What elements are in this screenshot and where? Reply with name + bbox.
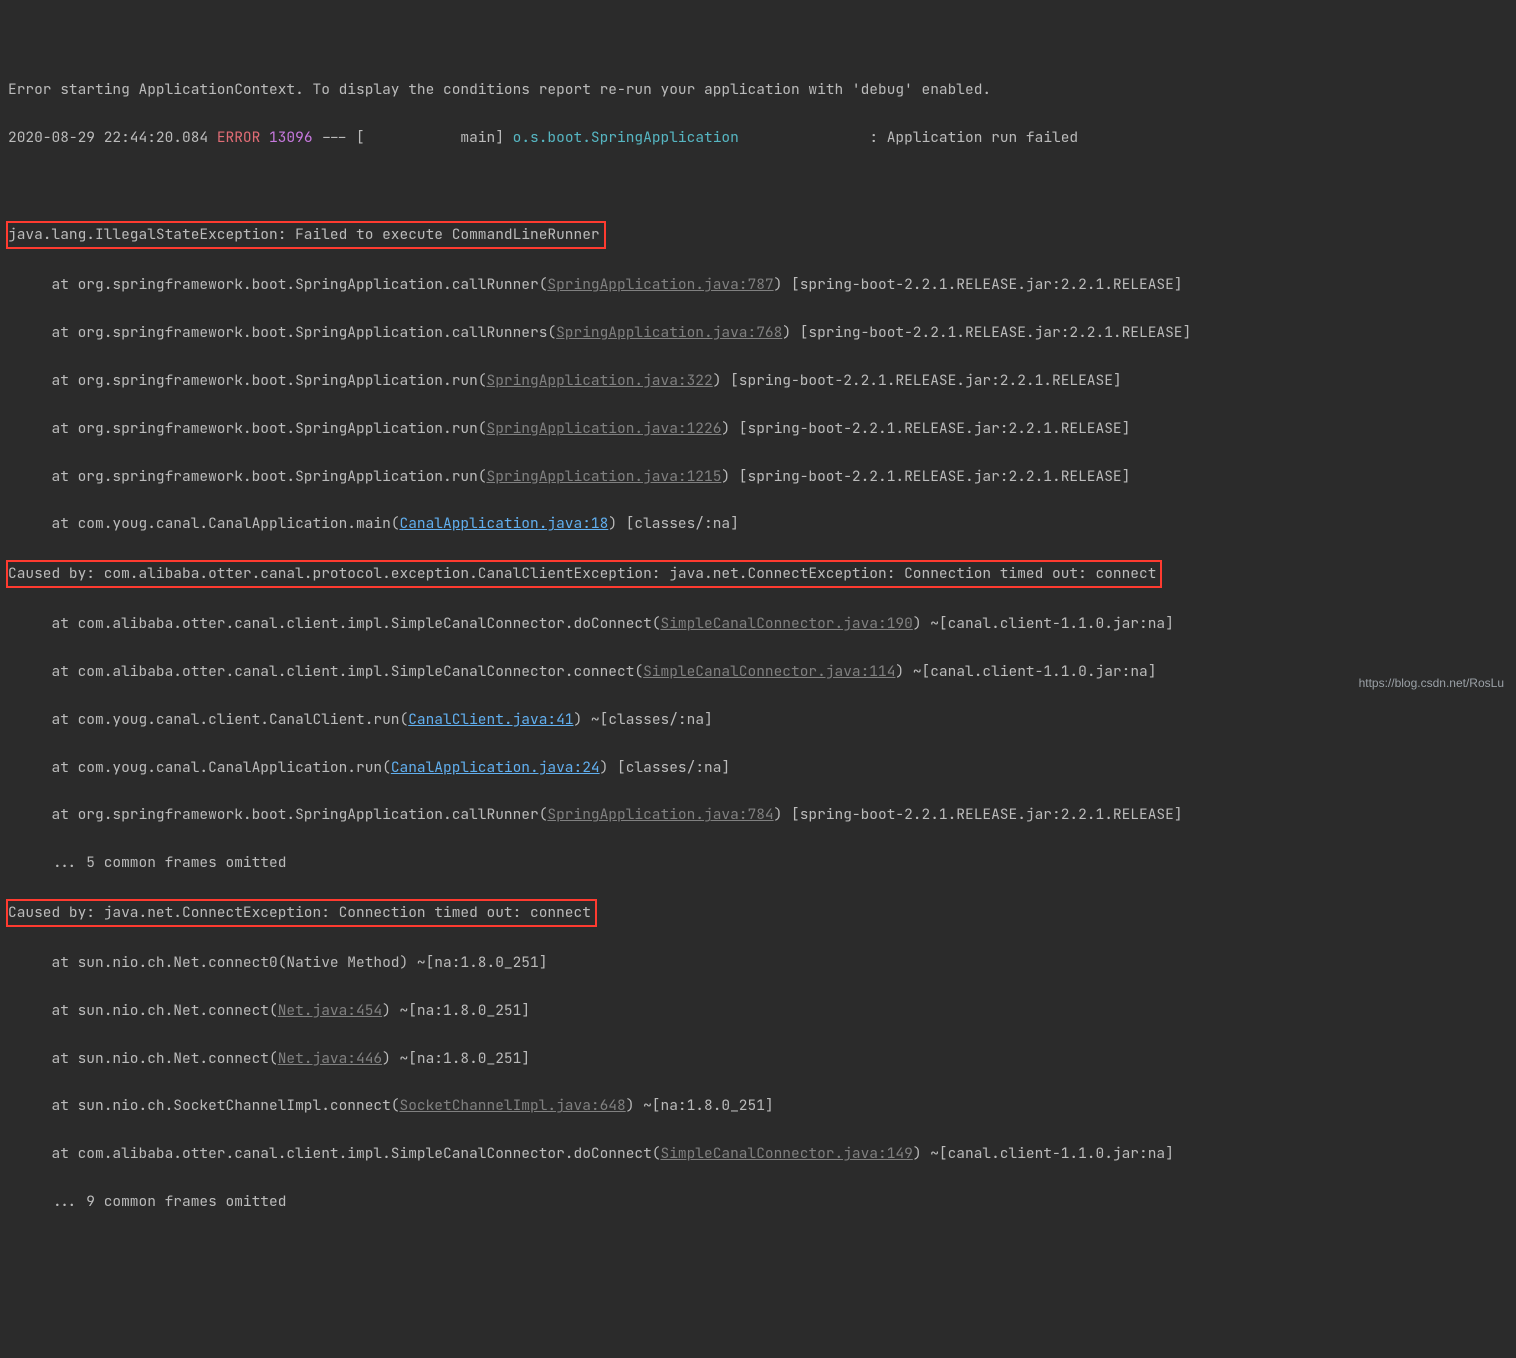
frame-text: at org.springframework.boot.SpringApplic… bbox=[8, 275, 547, 294]
log-message: : Application run failed bbox=[869, 128, 1078, 147]
frame-tail: ) ~[canal.client-1.1.0.jar:na] bbox=[913, 614, 1174, 633]
frame-text: at org.springframework.boot.SpringApplic… bbox=[8, 805, 547, 824]
source-link[interactable]: CanalApplication.java:24 bbox=[391, 758, 600, 777]
frame-tail: ) [spring-boot-2.2.1.RELEASE.jar:2.2.1.R… bbox=[721, 467, 1130, 486]
logger-name: o.s.boot.SpringApplication bbox=[513, 128, 739, 147]
frame-tail: ) ~[na:1.8.0_251] bbox=[382, 1049, 530, 1068]
frame-tail: ) ~[na:1.8.0_251] bbox=[382, 1001, 530, 1020]
frame-text: at org.springframework.boot.SpringApplic… bbox=[8, 371, 487, 390]
stack-frame: at org.springframework.boot.SpringApplic… bbox=[8, 803, 1516, 827]
frames-omitted: ... 9 common frames omitted bbox=[8, 1190, 1516, 1214]
stack-frame: at org.springframework.boot.SpringApplic… bbox=[8, 273, 1516, 297]
frame-tail: ) [spring-boot-2.2.1.RELEASE.jar:2.2.1.R… bbox=[713, 371, 1122, 390]
stack-frame: at com.youg.canal.CanalApplication.main(… bbox=[8, 512, 1516, 536]
stack-frame: at sun.nio.ch.SocketChannelImpl.connect(… bbox=[8, 1094, 1516, 1118]
source-link[interactable]: SpringApplication.java:1226 bbox=[487, 419, 722, 438]
frame-tail: ) ~[canal.client-1.1.0.jar:na] bbox=[895, 662, 1156, 681]
frame-text: at sun.nio.ch.Net.connect( bbox=[8, 1049, 278, 1068]
stack-frame: at sun.nio.ch.Net.connect(Net.java:446) … bbox=[8, 1047, 1516, 1071]
frame-text: at com.alibaba.otter.canal.client.impl.S… bbox=[8, 614, 661, 633]
pad bbox=[739, 128, 870, 147]
source-link[interactable]: SpringApplication.java:768 bbox=[556, 323, 782, 342]
source-link[interactable]: Net.java:446 bbox=[278, 1049, 382, 1068]
timestamp: 2020-08-29 22:44:20.084 bbox=[8, 128, 208, 147]
frame-text: at com.alibaba.otter.canal.client.impl.S… bbox=[8, 1144, 661, 1163]
frame-text: at sun.nio.ch.SocketChannelImpl.connect( bbox=[8, 1096, 400, 1115]
frame-tail: ) [classes/:na] bbox=[608, 514, 739, 533]
blank-line bbox=[8, 173, 1516, 197]
caused-by: Caused by: com.alibaba.otter.canal.proto… bbox=[8, 560, 1516, 588]
stack-frame: at org.springframework.boot.SpringApplic… bbox=[8, 417, 1516, 441]
highlight-box: java.lang.IllegalStateException: Failed … bbox=[6, 221, 606, 249]
frame-text: at sun.nio.ch.Net.connect( bbox=[8, 1001, 278, 1020]
stack-frame: at sun.nio.ch.Net.connect0(Native Method… bbox=[8, 951, 1516, 975]
stack-frame: at com.alibaba.otter.canal.client.impl.S… bbox=[8, 1142, 1516, 1166]
stack-frame: at org.springframework.boot.SpringApplic… bbox=[8, 465, 1516, 489]
source-link[interactable]: SpringApplication.java:784 bbox=[547, 805, 773, 824]
source-link[interactable]: SimpleCanalConnector.java:149 bbox=[661, 1144, 913, 1163]
stack-frame: at org.springframework.boot.SpringApplic… bbox=[8, 369, 1516, 393]
pid: 13096 bbox=[269, 128, 313, 147]
frame-text: at org.springframework.boot.SpringApplic… bbox=[8, 419, 487, 438]
frame-text: at org.springframework.boot.SpringApplic… bbox=[8, 467, 487, 486]
exception-title: java.lang.IllegalStateException: Failed … bbox=[8, 221, 1516, 249]
frame-tail: ) [spring-boot-2.2.1.RELEASE.jar:2.2.1.R… bbox=[721, 419, 1130, 438]
log-line: Error starting ApplicationContext. To di… bbox=[8, 78, 1516, 102]
frame-tail: ) [spring-boot-2.2.1.RELEASE.jar:2.2.1.R… bbox=[782, 323, 1191, 342]
source-link[interactable]: SimpleCanalConnector.java:114 bbox=[643, 662, 895, 681]
log-line: 2020-08-29 22:44:20.084 ERROR 13096 --- … bbox=[8, 126, 1516, 150]
caused-by: Caused by: java.net.ConnectException: Co… bbox=[8, 899, 1516, 927]
stack-frame: at com.youg.canal.client.CanalClient.run… bbox=[8, 708, 1516, 732]
highlight-box: Caused by: java.net.ConnectException: Co… bbox=[6, 899, 597, 927]
frame-tail: ) ~[classes/:na] bbox=[574, 710, 713, 729]
frame-text: at com.youg.canal.client.CanalClient.run… bbox=[8, 710, 408, 729]
frames-omitted: ... 5 common frames omitted bbox=[8, 851, 1516, 875]
watermark: https://blog.csdn.net/RosLu bbox=[1359, 674, 1504, 694]
highlight-box: Caused by: com.alibaba.otter.canal.proto… bbox=[6, 560, 1162, 588]
frame-tail: ) [classes/:na] bbox=[600, 758, 731, 777]
stack-frame: at sun.nio.ch.Net.connect(Net.java:454) … bbox=[8, 999, 1516, 1023]
frame-text: at org.springframework.boot.SpringApplic… bbox=[8, 323, 556, 342]
source-link[interactable]: SocketChannelImpl.java:648 bbox=[400, 1096, 626, 1115]
thread-sep: --- [ main] bbox=[313, 128, 513, 147]
frame-tail: ) ~[na:1.8.0_251] bbox=[626, 1096, 774, 1115]
stack-frame: at com.youg.canal.CanalApplication.run(C… bbox=[8, 756, 1516, 780]
frame-tail: ) [spring-boot-2.2.1.RELEASE.jar:2.2.1.R… bbox=[774, 275, 1183, 294]
source-link[interactable]: SpringApplication.java:1215 bbox=[487, 467, 722, 486]
source-link[interactable]: CanalApplication.java:18 bbox=[400, 514, 609, 533]
stack-frame: at com.alibaba.otter.canal.client.impl.S… bbox=[8, 612, 1516, 636]
source-link[interactable]: SimpleCanalConnector.java:190 bbox=[661, 614, 913, 633]
source-link[interactable]: Net.java:454 bbox=[278, 1001, 382, 1020]
stack-frame: at org.springframework.boot.SpringApplic… bbox=[8, 321, 1516, 345]
frame-text: at com.alibaba.otter.canal.client.impl.S… bbox=[8, 662, 643, 681]
frame-tail: ) ~[canal.client-1.1.0.jar:na] bbox=[913, 1144, 1174, 1163]
source-link[interactable]: CanalClient.java:41 bbox=[408, 710, 573, 729]
source-link[interactable]: SpringApplication.java:787 bbox=[547, 275, 773, 294]
frame-text: at com.youg.canal.CanalApplication.main( bbox=[8, 514, 400, 533]
log-level-error: ERROR bbox=[217, 128, 261, 147]
source-link[interactable]: SpringApplication.java:322 bbox=[487, 371, 713, 390]
frame-text: at com.youg.canal.CanalApplication.run( bbox=[8, 758, 391, 777]
stack-frame: at com.alibaba.otter.canal.client.impl.S… bbox=[8, 660, 1516, 684]
frame-tail: ) [spring-boot-2.2.1.RELEASE.jar:2.2.1.R… bbox=[774, 805, 1183, 824]
